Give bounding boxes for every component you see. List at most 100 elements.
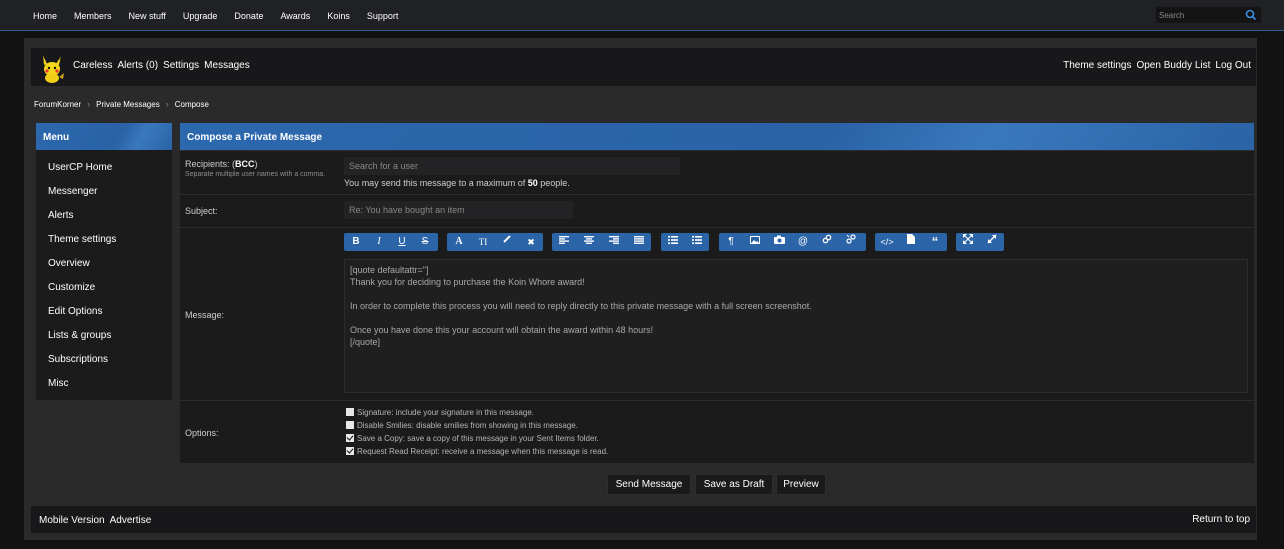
- bold-button[interactable]: B: [345, 233, 367, 251]
- footer: Mobile Version Advertise Return to top: [31, 506, 1256, 533]
- sidebar-item-edit-options[interactable]: Edit Options: [48, 301, 172, 325]
- settings-link[interactable]: Settings: [163, 60, 199, 71]
- code-icon[interactable]: </>: [876, 233, 898, 251]
- advertise-link[interactable]: Advertise: [110, 515, 152, 526]
- breadcrumb-forum[interactable]: ForumKorner: [34, 100, 81, 109]
- justify-icon[interactable]: [628, 233, 650, 251]
- nav-members[interactable]: Members: [74, 11, 112, 21]
- email-icon[interactable]: @: [792, 233, 814, 251]
- strike-button[interactable]: S: [414, 233, 436, 251]
- camera-icon[interactable]: [768, 233, 790, 251]
- disable-smilies-checkbox[interactable]: [346, 421, 354, 429]
- nav-donate[interactable]: Donate: [234, 11, 263, 21]
- nav-koins[interactable]: Koins: [327, 11, 350, 21]
- document-icon[interactable]: [900, 233, 922, 251]
- bullet-list-icon[interactable]: [662, 233, 684, 251]
- unlink-icon[interactable]: [840, 233, 862, 251]
- top-navigation: Home Members New stuff Upgrade Donate Aw…: [0, 0, 1284, 31]
- toolbar-group-text: B I U S: [344, 233, 438, 251]
- sidebar-item-usercp-home[interactable]: UserCP Home: [48, 157, 172, 181]
- breadcrumb-compose[interactable]: Compose: [175, 100, 209, 109]
- read-receipt-option: Request Read Receipt: receive a message …: [346, 445, 608, 457]
- font-size-button[interactable]: TI: [472, 233, 494, 251]
- subject-label: Subject:: [185, 206, 218, 216]
- chevron-right-icon: ›: [165, 99, 169, 109]
- save-draft-button[interactable]: Save as Draft: [695, 474, 773, 495]
- toolbar-group-style: A TI ✖: [447, 233, 543, 251]
- save-copy-option: Save a Copy: save a copy of this message…: [346, 432, 599, 444]
- sidebar-item-misc[interactable]: Misc: [48, 373, 172, 397]
- recipient-limit-text: You may send this message to a maximum o…: [344, 178, 570, 188]
- sidebar-item-messenger[interactable]: Messenger: [48, 181, 172, 205]
- signature-option: Signature: include your signature in thi…: [346, 406, 534, 418]
- return-to-top-link[interactable]: Return to top: [1192, 514, 1250, 525]
- nav-home[interactable]: Home: [33, 11, 57, 21]
- search-input[interactable]: [1159, 9, 1239, 21]
- sidebar-item-alerts[interactable]: Alerts: [48, 205, 172, 229]
- username-link[interactable]: Careless: [73, 60, 112, 71]
- compose-title: Compose a Private Message: [180, 123, 1254, 150]
- read-receipt-checkbox[interactable]: [346, 447, 354, 455]
- fullscreen-icon[interactable]: [957, 233, 979, 251]
- disable-smilies-option: Disable Smilies: disable smilies from sh…: [346, 419, 578, 431]
- nav-awards[interactable]: Awards: [280, 11, 310, 21]
- align-center-icon[interactable]: [578, 233, 600, 251]
- search-icon[interactable]: [1244, 8, 1258, 22]
- clear-format-icon[interactable]: ✖: [520, 233, 542, 251]
- options-label: Options:: [185, 428, 219, 438]
- toolbar-group-insert: ¶ @: [719, 233, 866, 251]
- mobile-version-link[interactable]: Mobile Version: [39, 515, 105, 526]
- recipients-row: Recipients: (BCC) Separate multiple user…: [180, 150, 1254, 194]
- subject-row: Subject:: [180, 194, 1254, 227]
- link-icon[interactable]: [816, 233, 838, 251]
- compose-panel: Compose a Private Message Recipients: (B…: [180, 123, 1254, 463]
- quote-icon[interactable]: “: [924, 233, 946, 251]
- preview-button[interactable]: Preview: [776, 474, 826, 495]
- pikachu-avatar[interactable]: [39, 53, 65, 83]
- toolbar-group-code: </> “: [875, 233, 947, 251]
- sidebar-item-overview[interactable]: Overview: [48, 253, 172, 277]
- options-row: Options:: [180, 400, 1254, 463]
- search-box: [1156, 7, 1261, 23]
- alerts-link[interactable]: Alerts (0): [117, 60, 158, 71]
- nav-support[interactable]: Support: [367, 11, 399, 21]
- buddy-list-link[interactable]: Open Buddy List: [1136, 60, 1210, 71]
- sidebar-title: Menu: [36, 123, 172, 150]
- paragraph-icon[interactable]: ¶: [720, 233, 742, 251]
- sidebar-menu: Menu UserCP Home Messenger Alerts Theme …: [36, 123, 172, 400]
- italic-button[interactable]: I: [368, 233, 390, 251]
- nav-new-stuff[interactable]: New stuff: [129, 11, 166, 21]
- message-editor[interactable]: [quote defaultattr="] Thank you for deci…: [344, 259, 1248, 393]
- bcc-label[interactable]: BCC: [235, 159, 255, 169]
- breadcrumb: ForumKorner › Private Messages › Compose: [34, 99, 209, 109]
- chevron-right-icon: ›: [87, 99, 91, 109]
- message-label: Message:: [185, 310, 225, 320]
- logout-link[interactable]: Log Out: [1215, 60, 1251, 71]
- sidebar-item-subscriptions[interactable]: Subscriptions: [48, 349, 172, 373]
- recipients-hint: Separate multiple user names with a comm…: [185, 171, 326, 178]
- paintbrush-icon[interactable]: [496, 233, 518, 251]
- toolbar-group-align: [552, 233, 651, 251]
- font-color-button[interactable]: A: [448, 233, 470, 251]
- subject-input[interactable]: [344, 201, 573, 219]
- signature-checkbox[interactable]: [346, 408, 354, 416]
- numbered-list-icon[interactable]: [686, 233, 708, 251]
- align-left-icon[interactable]: [553, 233, 575, 251]
- sidebar-item-theme-settings[interactable]: Theme settings: [48, 229, 172, 253]
- breadcrumb-private-messages[interactable]: Private Messages: [96, 100, 160, 109]
- recipients-label: Recipients: (BCC): [185, 159, 258, 169]
- messages-link[interactable]: Messages: [204, 60, 250, 71]
- recipient-search-input[interactable]: [344, 157, 680, 175]
- theme-settings-link[interactable]: Theme settings: [1063, 60, 1131, 71]
- send-message-button[interactable]: Send Message: [607, 474, 691, 495]
- sidebar-item-customize[interactable]: Customize: [48, 277, 172, 301]
- sidebar-item-lists-groups[interactable]: Lists & groups: [48, 325, 172, 349]
- source-mode-icon[interactable]: [981, 233, 1003, 251]
- save-copy-checkbox[interactable]: [346, 434, 354, 442]
- underline-button[interactable]: U: [391, 233, 413, 251]
- toolbar-group-view: [956, 233, 1004, 251]
- nav-upgrade[interactable]: Upgrade: [183, 11, 218, 21]
- align-right-icon[interactable]: [603, 233, 625, 251]
- user-bar: Careless Alerts (0) Settings Messages Th…: [31, 48, 1256, 86]
- image-icon[interactable]: [744, 233, 766, 251]
